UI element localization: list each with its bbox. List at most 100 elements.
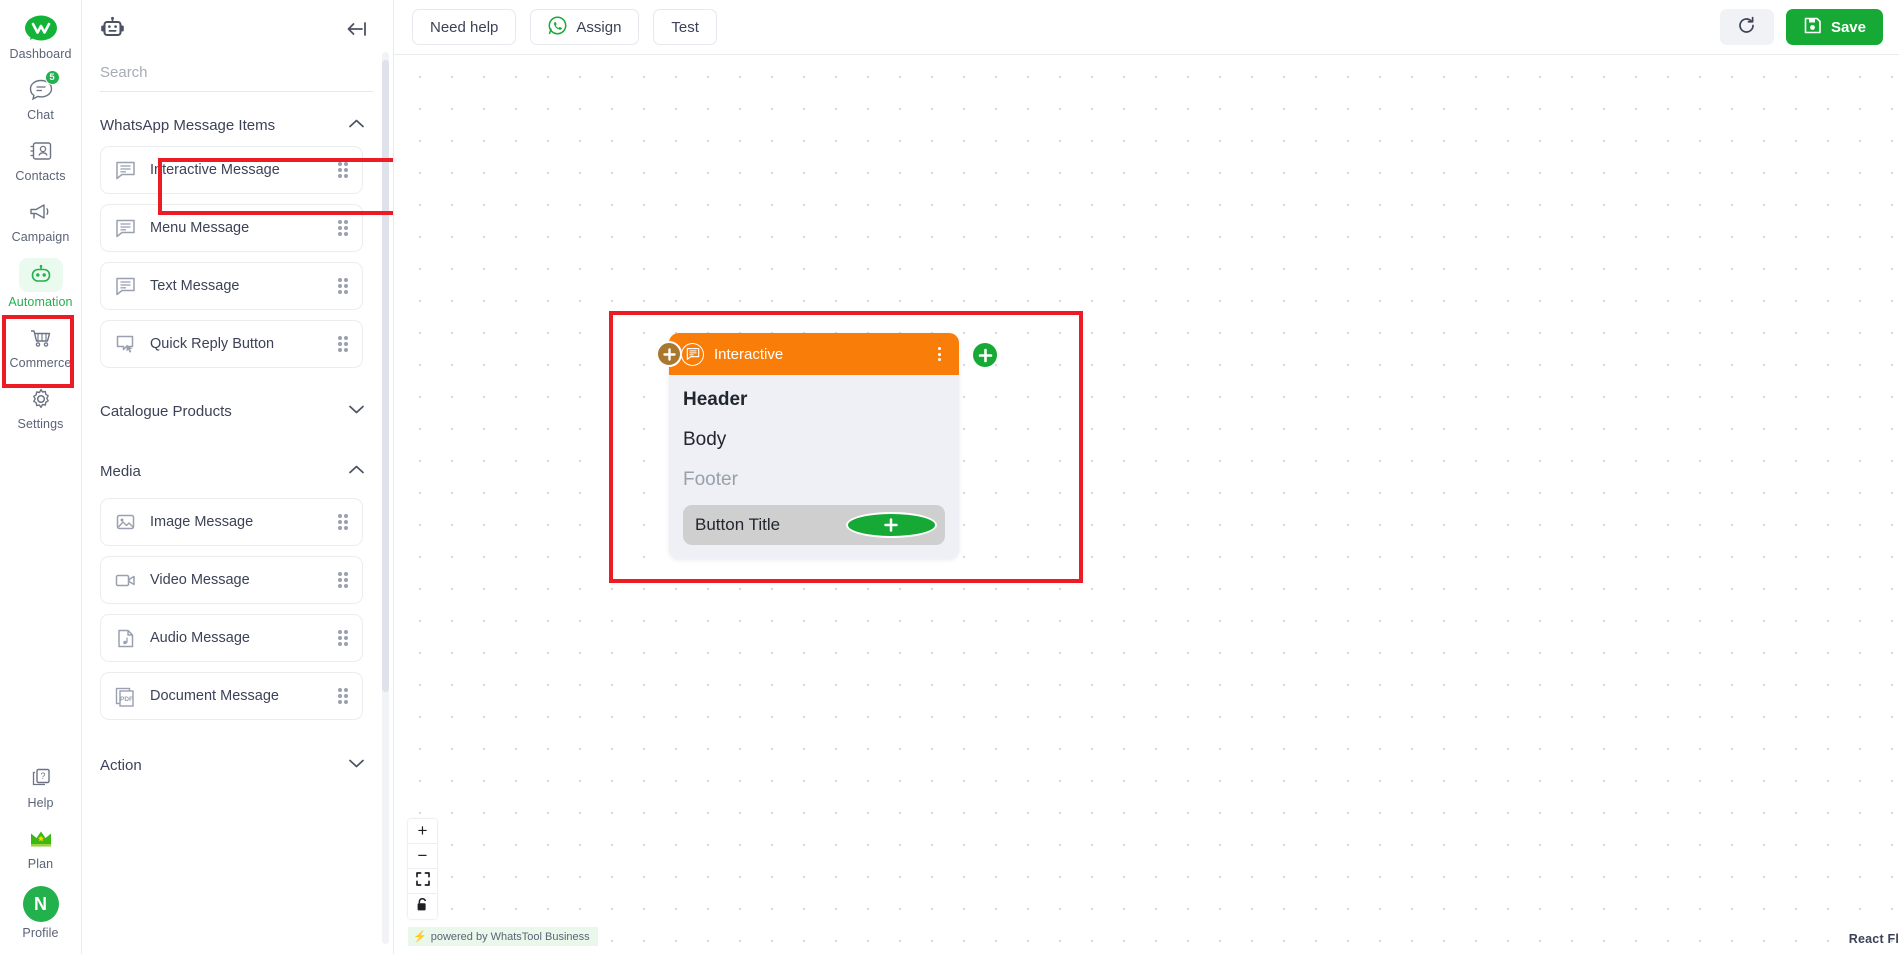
node-header-bar[interactable]: Interactive	[669, 333, 959, 375]
pdf-document-icon: PDF	[115, 686, 136, 707]
panel-header	[82, 0, 393, 52]
image-icon	[115, 512, 136, 533]
rail-label-chat: Chat	[27, 108, 54, 122]
rail-item-dashboard[interactable]: Dashboard	[0, 6, 82, 67]
rail-label-commerce: Commerce	[9, 356, 72, 370]
primary-nav-rail: Dashboard 5 Chat Contacts Campaign Autom…	[0, 0, 82, 954]
robot-icon	[100, 16, 125, 46]
node-body-text[interactable]: Body	[683, 429, 945, 451]
rail-item-chat[interactable]: 5 Chat	[0, 67, 82, 128]
assign-button[interactable]: Assign	[530, 9, 640, 45]
zoom-out-button[interactable]: −	[408, 844, 437, 869]
node-library-panel: WhatsApp Message Items Interactive Messa…	[82, 0, 394, 954]
rail-item-commerce[interactable]: Commerce	[0, 315, 82, 376]
node-header-text[interactable]: Header	[683, 389, 945, 411]
node-body: Header Body Footer Button Title	[669, 375, 959, 559]
node-reply-button[interactable]: Button Title	[683, 505, 945, 545]
contacts-card-icon	[21, 136, 61, 166]
zoom-in-button[interactable]: +	[408, 819, 437, 844]
group-title: Catalogue Products	[100, 402, 232, 420]
fit-view-icon	[415, 871, 430, 891]
rail-label-profile: Profile	[22, 926, 59, 940]
rail-item-plan[interactable]: Plan	[0, 816, 82, 877]
library-item-interactive-message[interactable]: Interactive Message	[100, 146, 363, 194]
canvas-zoom-controls: + −	[408, 819, 437, 919]
rail-item-help[interactable]: ? Help	[0, 755, 82, 816]
drag-handle-icon[interactable]	[338, 278, 350, 294]
node-button-add-handle[interactable]	[845, 512, 937, 538]
interactive-message-icon	[681, 342, 704, 366]
drag-handle-icon[interactable]	[338, 336, 350, 352]
search-input[interactable]	[100, 64, 373, 81]
react-flow-attribution[interactable]: React Fl	[1849, 932, 1899, 946]
help-question-icon: ?	[21, 763, 61, 793]
library-item-quick-reply-button[interactable]: Quick Reply Button	[100, 320, 363, 368]
node-reply-button-label: Button Title	[695, 515, 781, 534]
test-button[interactable]: Test	[653, 9, 717, 45]
flow-canvas[interactable]: Interactive Header Body Footer Button Ti…	[394, 55, 1899, 954]
library-item-label: Quick Reply Button	[150, 336, 275, 352]
lock-canvas-button[interactable]	[408, 894, 437, 919]
library-item-label: Document Message	[150, 688, 279, 704]
library-item-document-message[interactable]: PDF Document Message	[100, 672, 363, 720]
rail-label-plan: Plan	[27, 857, 54, 871]
kebab-menu-icon[interactable]	[931, 347, 947, 361]
save-button[interactable]: Save	[1785, 9, 1883, 45]
rail-item-profile[interactable]: N Profile	[0, 877, 82, 954]
rail-item-settings[interactable]: Settings	[0, 376, 82, 437]
rail-label-automation: Automation	[8, 295, 73, 309]
drag-handle-icon[interactable]	[338, 162, 350, 178]
text-message-icon	[115, 276, 136, 297]
node-footer-text[interactable]: Footer	[683, 469, 945, 491]
library-item-audio-message[interactable]: Audio Message	[100, 614, 363, 662]
svg-text:PDF: PDF	[120, 696, 133, 703]
rail-item-campaign[interactable]: Campaign	[0, 189, 82, 250]
svg-text:?: ?	[40, 771, 45, 781]
library-item-image-message[interactable]: Image Message	[100, 498, 363, 546]
refresh-icon	[1736, 15, 1757, 39]
drag-handle-icon[interactable]	[338, 514, 350, 530]
bolt-icon: ⚡	[413, 931, 427, 943]
save-disk-icon	[1803, 16, 1822, 39]
library-item-menu-message[interactable]: Menu Message	[100, 204, 363, 252]
chevron-up-icon	[348, 462, 365, 480]
group-header-action[interactable]: Action	[82, 730, 377, 786]
drag-handle-icon[interactable]	[338, 688, 350, 704]
refresh-button[interactable]	[1719, 9, 1774, 45]
powered-by-text: powered by WhatsTool Business	[430, 930, 590, 943]
chevron-down-icon	[348, 402, 365, 420]
shopping-cart-icon	[21, 323, 61, 353]
panel-scroll-area: WhatsApp Message Items Interactive Messa…	[82, 96, 393, 954]
audio-file-icon	[115, 628, 136, 649]
group-header-catalogue-products[interactable]: Catalogue Products	[82, 378, 377, 440]
search-field-wrapper	[100, 60, 373, 92]
fit-view-button[interactable]	[408, 869, 437, 894]
library-item-label: Audio Message	[150, 630, 250, 646]
save-button-label: Save	[1830, 18, 1866, 36]
library-item-label: Menu Message	[150, 220, 250, 236]
rail-label-dashboard: Dashboard	[9, 47, 72, 61]
node-add-previous-handle[interactable]	[656, 341, 682, 367]
interactive-message-node[interactable]: Interactive Header Body Footer Button Ti…	[656, 333, 999, 559]
rail-item-automation[interactable]: Automation	[0, 250, 82, 315]
panel-scrollbar-thumb[interactable]	[382, 60, 389, 692]
group-header-whatsapp-message-items[interactable]: WhatsApp Message Items	[82, 96, 377, 146]
drag-handle-icon[interactable]	[338, 572, 350, 588]
rail-item-contacts[interactable]: Contacts	[0, 128, 82, 189]
group-title: Action	[100, 756, 142, 774]
collapse-left-arrow-icon[interactable]	[345, 20, 369, 43]
menu-message-icon	[115, 218, 136, 239]
group-title: Media	[100, 462, 141, 480]
group-header-media[interactable]: Media	[82, 440, 377, 498]
library-item-video-message[interactable]: Video Message	[100, 556, 363, 604]
library-item-text-message[interactable]: Text Message	[100, 262, 363, 310]
assign-button-label: Assign	[576, 18, 622, 36]
node-add-next-handle[interactable]	[971, 341, 999, 369]
lock-icon	[416, 897, 429, 917]
drag-handle-icon[interactable]	[338, 630, 350, 646]
need-help-button[interactable]: Need help	[412, 9, 517, 45]
flow-editor: Need help Assign Test Save Interactive H…	[394, 0, 1899, 954]
whatstool-logo-icon	[21, 14, 61, 44]
drag-handle-icon[interactable]	[338, 220, 350, 236]
rail-label-help: Help	[27, 796, 54, 810]
